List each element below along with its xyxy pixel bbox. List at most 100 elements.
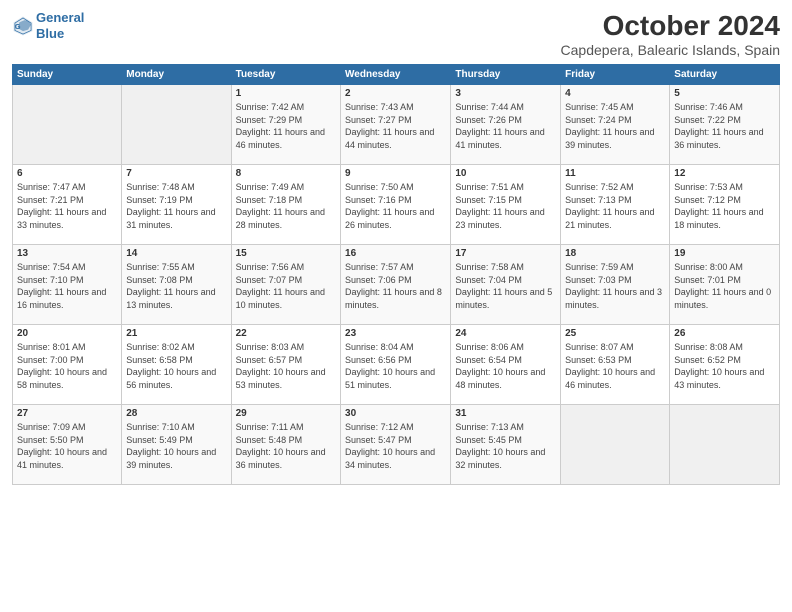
week-row-3: 13 Sunrise: 7:54 AMSunset: 7:10 PMDayligh… [13, 245, 780, 325]
day-number: 1 [236, 88, 336, 99]
svg-text:G: G [15, 22, 21, 31]
logo-line1: General [36, 10, 84, 25]
day-cell-4-3: 30 Sunrise: 7:12 AMSunset: 5:47 PMDayligh… [341, 405, 451, 485]
day-number: 13 [17, 248, 117, 259]
col-saturday: Saturday [670, 65, 780, 85]
day-number: 28 [126, 408, 226, 419]
day-number: 22 [236, 328, 336, 339]
day-cell-2-6: 19 Sunrise: 8:00 AMSunset: 7:01 PMDayligh… [670, 245, 780, 325]
day-cell-0-6: 5Sunrise: 7:46 AMSunset: 7:22 PMDaylight… [670, 85, 780, 165]
col-sunday: Sunday [13, 65, 122, 85]
day-cell-2-5: 18 Sunrise: 7:59 AMSunset: 7:03 PMDayligh… [561, 245, 670, 325]
day-info: Sunrise: 8:08 AMSunset: 6:52 PMDaylight:… [674, 341, 775, 391]
day-cell-0-4: 3 Sunrise: 7:44 AMSunset: 7:26 PMDaylight… [451, 85, 561, 165]
day-cell-4-1: 28Sunrise: 7:10 AMSunset: 5:49 PMDayligh… [122, 405, 231, 485]
day-cell-4-2: 29 Sunrise: 7:11 AMSunset: 5:48 PMDayligh… [231, 405, 340, 485]
day-info: Sunrise: 7:57 AMSunset: 7:06 PMDaylight:… [345, 261, 446, 311]
day-cell-2-0: 13 Sunrise: 7:54 AMSunset: 7:10 PMDayligh… [13, 245, 122, 325]
week-row-5: 27 Sunrise: 7:09 AMSunset: 5:50 PMDayligh… [13, 405, 780, 485]
day-number: 6 [17, 168, 117, 179]
day-number: 5 [674, 88, 775, 99]
title-block: October 2024 Capdepera, Balearic Islands… [561, 10, 780, 58]
day-info: Sunrise: 7:42 AMSunset: 7:29 PMDaylight:… [236, 101, 336, 151]
day-cell-1-4: 10Sunrise: 7:51 AMSunset: 7:15 PMDayligh… [451, 165, 561, 245]
main-title: October 2024 [561, 10, 780, 42]
day-info: Sunrise: 7:50 AMSunset: 7:16 PMDaylight:… [345, 181, 446, 231]
col-wednesday: Wednesday [341, 65, 451, 85]
day-cell-1-5: 11Sunrise: 7:52 AMSunset: 7:13 PMDayligh… [561, 165, 670, 245]
col-monday: Monday [122, 65, 231, 85]
day-number: 24 [455, 328, 556, 339]
day-cell-0-5: 4 Sunrise: 7:45 AMSunset: 7:24 PMDaylight… [561, 85, 670, 165]
day-info: Sunrise: 7:45 AMSunset: 7:24 PMDaylight:… [565, 101, 665, 151]
day-cell-3-6: 26Sunrise: 8:08 AMSunset: 6:52 PMDayligh… [670, 325, 780, 405]
calendar-header-row: Sunday Monday Tuesday Wednesday Thursday… [13, 65, 780, 85]
page-container: G General Blue October 2024 Capdepera, B… [0, 0, 792, 612]
logo-text: General Blue [36, 10, 84, 41]
day-cell-0-3: 2 Sunrise: 7:43 AMSunset: 7:27 PMDaylight… [341, 85, 451, 165]
day-info: Sunrise: 7:55 AMSunset: 7:08 PMDaylight:… [126, 261, 226, 311]
day-cell-4-0: 27 Sunrise: 7:09 AMSunset: 5:50 PMDayligh… [13, 405, 122, 485]
day-info: Sunrise: 7:12 AMSunset: 5:47 PMDaylight:… [345, 421, 446, 471]
day-cell-3-4: 24 Sunrise: 8:06 AMSunset: 6:54 PMDayligh… [451, 325, 561, 405]
day-cell-3-0: 20 Sunrise: 8:01 AMSunset: 7:00 PMDayligh… [13, 325, 122, 405]
day-info: Sunrise: 8:06 AMSunset: 6:54 PMDaylight:… [455, 341, 556, 391]
day-info: Sunrise: 7:49 AMSunset: 7:18 PMDaylight:… [236, 181, 336, 231]
col-tuesday: Tuesday [231, 65, 340, 85]
day-number: 4 [565, 88, 665, 99]
logo-icon: G [12, 15, 34, 37]
day-cell-4-6 [670, 405, 780, 485]
day-number: 12 [674, 168, 775, 179]
day-cell-3-5: 25 Sunrise: 8:07 AMSunset: 6:53 PMDayligh… [561, 325, 670, 405]
week-row-2: 6 Sunrise: 7:47 AMSunset: 7:21 PMDaylight… [13, 165, 780, 245]
day-number: 14 [126, 248, 226, 259]
day-cell-2-4: 17Sunrise: 7:58 AMSunset: 7:04 PMDayligh… [451, 245, 561, 325]
day-cell-2-3: 16 Sunrise: 7:57 AMSunset: 7:06 PMDayligh… [341, 245, 451, 325]
day-number: 29 [236, 408, 336, 419]
day-info: Sunrise: 7:11 AMSunset: 5:48 PMDaylight:… [236, 421, 336, 471]
day-cell-0-0 [13, 85, 122, 165]
logo: G General Blue [12, 10, 84, 41]
header: G General Blue October 2024 Capdepera, B… [12, 10, 780, 58]
day-number: 15 [236, 248, 336, 259]
day-info: Sunrise: 8:07 AMSunset: 6:53 PMDaylight:… [565, 341, 665, 391]
day-info: Sunrise: 8:04 AMSunset: 6:56 PMDaylight:… [345, 341, 446, 391]
day-number: 19 [674, 248, 775, 259]
day-number: 8 [236, 168, 336, 179]
day-number: 27 [17, 408, 117, 419]
day-number: 21 [126, 328, 226, 339]
calendar-table: Sunday Monday Tuesday Wednesday Thursday… [12, 64, 780, 485]
day-number: 17 [455, 248, 556, 259]
day-number: 18 [565, 248, 665, 259]
day-number: 30 [345, 408, 446, 419]
day-info: Sunrise: 7:09 AMSunset: 5:50 PMDaylight:… [17, 421, 117, 471]
day-cell-3-3: 23Sunrise: 8:04 AMSunset: 6:56 PMDayligh… [341, 325, 451, 405]
day-number: 16 [345, 248, 446, 259]
day-number: 10 [455, 168, 556, 179]
day-info: Sunrise: 7:59 AMSunset: 7:03 PMDaylight:… [565, 261, 665, 311]
day-cell-1-1: 7Sunrise: 7:48 AMSunset: 7:19 PMDaylight… [122, 165, 231, 245]
day-info: Sunrise: 8:00 AMSunset: 7:01 PMDaylight:… [674, 261, 775, 311]
day-info: Sunrise: 7:54 AMSunset: 7:10 PMDaylight:… [17, 261, 117, 311]
day-info: Sunrise: 7:44 AMSunset: 7:26 PMDaylight:… [455, 101, 556, 151]
day-cell-3-2: 22Sunrise: 8:03 AMSunset: 6:57 PMDayligh… [231, 325, 340, 405]
day-cell-4-4: 31 Sunrise: 7:13 AMSunset: 5:45 PMDayligh… [451, 405, 561, 485]
day-number: 7 [126, 168, 226, 179]
day-number: 25 [565, 328, 665, 339]
day-info: Sunrise: 8:02 AMSunset: 6:58 PMDaylight:… [126, 341, 226, 391]
col-thursday: Thursday [451, 65, 561, 85]
day-number: 20 [17, 328, 117, 339]
day-number: 2 [345, 88, 446, 99]
day-info: Sunrise: 7:53 AMSunset: 7:12 PMDaylight:… [674, 181, 775, 231]
day-info: Sunrise: 7:47 AMSunset: 7:21 PMDaylight:… [17, 181, 117, 231]
day-info: Sunrise: 7:43 AMSunset: 7:27 PMDaylight:… [345, 101, 446, 151]
day-info: Sunrise: 7:13 AMSunset: 5:45 PMDaylight:… [455, 421, 556, 471]
day-cell-1-6: 12 Sunrise: 7:53 AMSunset: 7:12 PMDayligh… [670, 165, 780, 245]
day-cell-2-2: 15Sunrise: 7:56 AMSunset: 7:07 PMDayligh… [231, 245, 340, 325]
day-number: 31 [455, 408, 556, 419]
day-info: Sunrise: 7:52 AMSunset: 7:13 PMDaylight:… [565, 181, 665, 231]
day-info: Sunrise: 8:01 AMSunset: 7:00 PMDaylight:… [17, 341, 117, 391]
day-number: 3 [455, 88, 556, 99]
day-cell-4-5 [561, 405, 670, 485]
day-cell-1-2: 8 Sunrise: 7:49 AMSunset: 7:18 PMDaylight… [231, 165, 340, 245]
